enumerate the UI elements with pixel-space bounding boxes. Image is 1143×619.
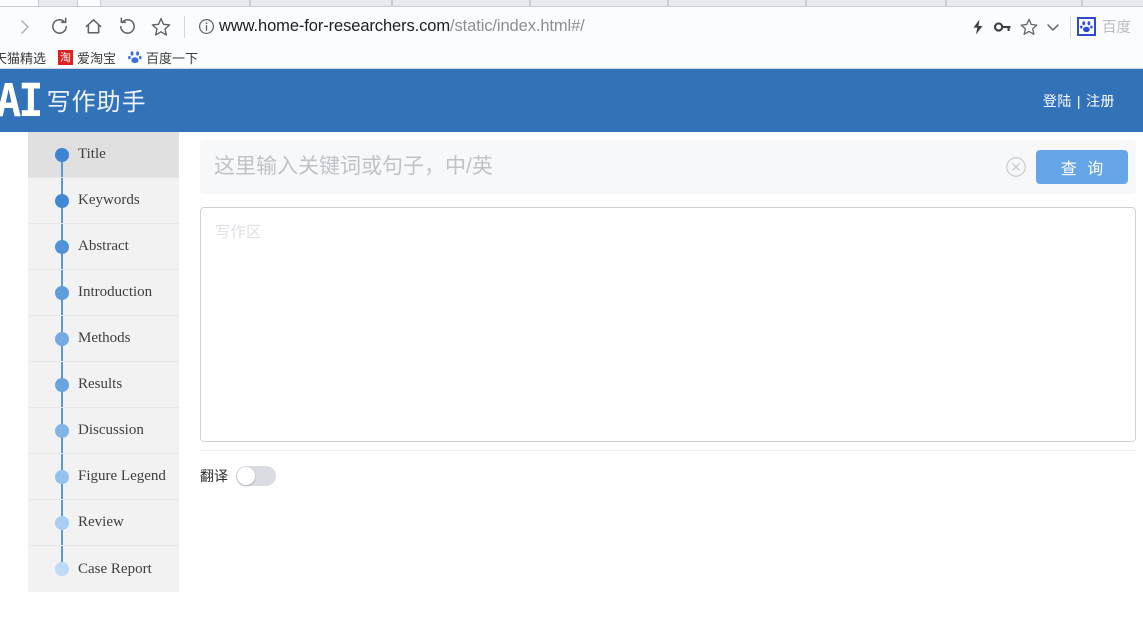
query-button[interactable]: 查 询 [1036, 150, 1128, 184]
browser-tab[interactable] [946, 0, 1082, 6]
section-divider [200, 450, 1136, 451]
browser-tab[interactable] [250, 0, 392, 6]
browser-tab[interactable] [668, 0, 806, 6]
translate-row: 翻译 [200, 466, 1136, 486]
sidebar-item-introduction[interactable]: Introduction [28, 270, 179, 316]
back-history-icon[interactable] [110, 10, 144, 44]
writing-area-placeholder: 写作区 [215, 224, 262, 241]
chevron-down-icon[interactable] [1042, 10, 1064, 44]
login-link[interactable]: 登陆 [1043, 93, 1072, 109]
timeline-dot [55, 193, 69, 208]
logo-ai-text: AI [0, 73, 44, 127]
forward-arrow-icon[interactable] [8, 10, 42, 44]
browser-tab[interactable] [1082, 0, 1143, 6]
toggle-knob [237, 467, 255, 485]
browser-tab[interactable] [38, 0, 78, 6]
search-bar: 查 询 [200, 140, 1136, 194]
register-link[interactable]: 注册 [1086, 93, 1115, 109]
timeline-dot [55, 377, 69, 392]
browser-tab[interactable] [392, 0, 530, 6]
app-header: AI 写作助手 登陆 | 注册 [0, 69, 1143, 132]
sidebar-item-label: Case Report [78, 560, 152, 577]
toolbar-divider [1070, 15, 1071, 38]
reload-icon[interactable] [42, 10, 76, 44]
browser-toolbar: www.home-for-researchers.com/static/inde… [0, 7, 1143, 46]
bookmarks-bar: 天猫精选 淘 爱淘宝 百度一下 [0, 46, 1143, 69]
timeline-dot [55, 331, 69, 346]
taobao-icon: 淘 [58, 49, 74, 65]
sidebar-item-label: Results [78, 376, 123, 392]
sidebar-item-label: Figure Legend [78, 468, 166, 484]
toolbar-divider [184, 15, 185, 38]
bookmark-item[interactable]: 淘 爱淘宝 [58, 48, 116, 67]
translate-label: 翻译 [200, 468, 228, 484]
sidebar-item-label: Title [78, 146, 106, 162]
browser-tab[interactable] [100, 0, 250, 6]
toolbar-right-icons: 百度 [966, 10, 1135, 44]
brand-logo[interactable]: AI 写作助手 [0, 73, 147, 127]
search-input[interactable] [200, 154, 1000, 180]
timeline-dot [55, 469, 69, 484]
sidebar-item-figure-legend[interactable]: Figure Legend [28, 454, 179, 500]
bookmark-item[interactable]: 百度一下 [128, 48, 198, 67]
sidebar-item-methods[interactable]: Methods [28, 316, 179, 362]
url-text: www.home-for-researchers.com/static/inde… [219, 17, 585, 36]
sidebar-item-label: Keywords [78, 192, 140, 208]
bookmark-label: 百度一下 [146, 50, 199, 66]
bookmark-label: 爱淘宝 [77, 50, 117, 66]
page-body: Title Keywords Abstract Introduction Met… [0, 132, 1143, 619]
extension-label: 百度 [1102, 20, 1131, 36]
site-info-icon[interactable] [193, 10, 219, 44]
sidebar-item-title[interactable]: Title [28, 132, 179, 178]
baidu-paw-icon[interactable] [1077, 17, 1096, 36]
main-content: 查 询 写作区 翻译 [200, 132, 1136, 486]
key-icon[interactable] [990, 10, 1016, 44]
bookmark-item[interactable]: 天猫精选 [0, 48, 46, 67]
sidebar-item-case-report[interactable]: Case Report [28, 546, 179, 592]
browser-chrome: www.home-for-researchers.com/static/inde… [0, 0, 1143, 69]
clear-circle-icon[interactable] [1000, 151, 1032, 183]
sidebar-item-label: Discussion [78, 422, 144, 438]
browser-tab-strip[interactable] [0, 0, 1143, 7]
sidebar-item-label: Abstract [78, 238, 129, 254]
timeline-dot [55, 423, 69, 438]
sidebar-item-review[interactable]: Review [28, 500, 179, 546]
sidebar-item-results[interactable]: Results [28, 362, 179, 408]
auth-links: 登陆 | 注册 [1043, 91, 1115, 111]
browser-tab[interactable] [806, 0, 946, 6]
timeline-dot [55, 285, 69, 300]
translate-toggle[interactable] [236, 466, 276, 486]
url-domain: www.home-for-researchers.com [219, 17, 451, 35]
browser-tab[interactable] [530, 0, 668, 6]
address-bar[interactable]: www.home-for-researchers.com/static/inde… [191, 12, 966, 42]
sidebar-item-label: Methods [78, 330, 131, 346]
auth-divider: | [1076, 92, 1081, 109]
sidebar-item-abstract[interactable]: Abstract [28, 224, 179, 270]
sidebar-item-discussion[interactable]: Discussion [28, 408, 179, 454]
home-icon[interactable] [76, 10, 110, 44]
sidebar-item-keywords[interactable]: Keywords [28, 178, 179, 224]
logo-subtitle: 写作助手 [46, 89, 147, 117]
timeline-dot [55, 515, 69, 530]
lightning-icon[interactable] [966, 10, 990, 44]
star-icon[interactable] [1016, 10, 1042, 44]
timeline-dot [55, 562, 69, 576]
timeline-dot [55, 147, 69, 162]
bookmark-star-icon[interactable] [144, 10, 178, 44]
baidu-paw-icon [128, 50, 142, 64]
sidebar-item-label: Introduction [78, 284, 153, 300]
sidebar-item-label: Review [78, 514, 124, 530]
timeline-dot [55, 239, 69, 254]
writing-area[interactable]: 写作区 [200, 207, 1136, 442]
url-path: /static/index.html#/ [450, 17, 585, 35]
sidebar-nav: Title Keywords Abstract Introduction Met… [28, 132, 179, 592]
bookmark-label: 天猫精选 [0, 50, 47, 66]
